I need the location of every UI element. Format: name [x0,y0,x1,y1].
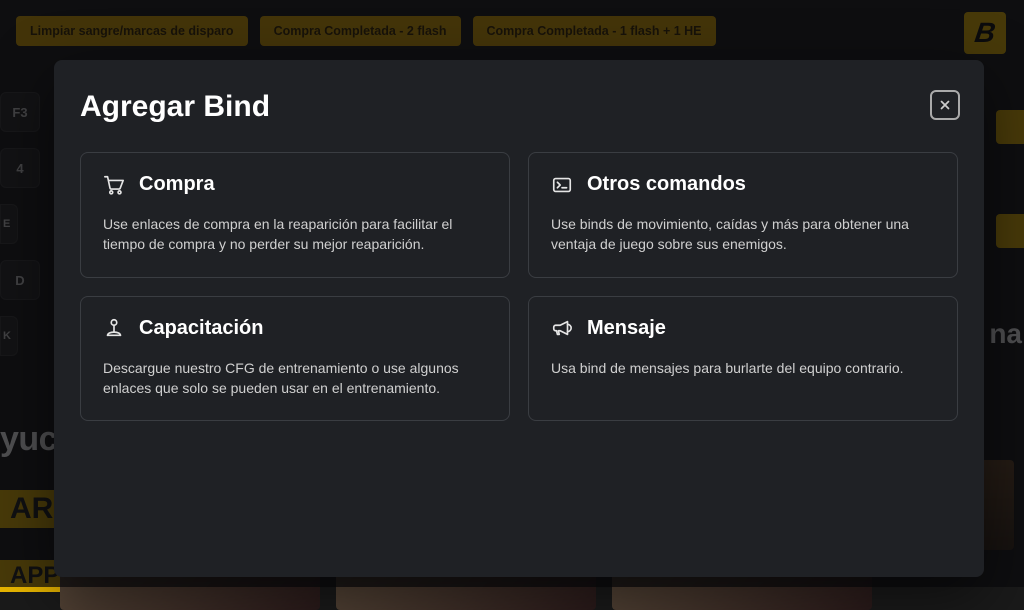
modal-title: Agregar Bind [80,90,958,124]
joystick-icon [103,317,125,339]
card-desc: Descargue nuestro CFG de entrenamiento o… [103,358,487,399]
card-mensaje[interactable]: Mensaje Usa bind de mensajes para burlar… [528,296,958,422]
close-button[interactable] [930,90,960,120]
card-title: Capacitación [139,317,263,340]
card-otros-comandos[interactable]: Otros comandos Use binds de movimiento, … [528,152,958,278]
card-desc: Use binds de movimiento, caídas y más pa… [551,214,935,255]
add-bind-modal: Agregar Bind Compra Use enlaces de compr… [54,60,984,577]
bind-type-grid: Compra Use enlaces de compra en la reapa… [80,152,958,421]
close-icon [938,98,952,112]
card-title: Otros comandos [587,173,746,196]
card-desc: Usa bind de mensajes para burlarte del e… [551,358,935,378]
card-compra[interactable]: Compra Use enlaces de compra en la reapa… [80,152,510,278]
terminal-icon [551,174,573,196]
cart-icon [103,174,125,196]
card-title: Compra [139,173,215,196]
card-title: Mensaje [587,317,666,340]
card-capacitacion[interactable]: Capacitación Descargue nuestro CFG de en… [80,296,510,422]
card-desc: Use enlaces de compra en la reaparición … [103,214,487,255]
megaphone-icon [551,317,573,339]
